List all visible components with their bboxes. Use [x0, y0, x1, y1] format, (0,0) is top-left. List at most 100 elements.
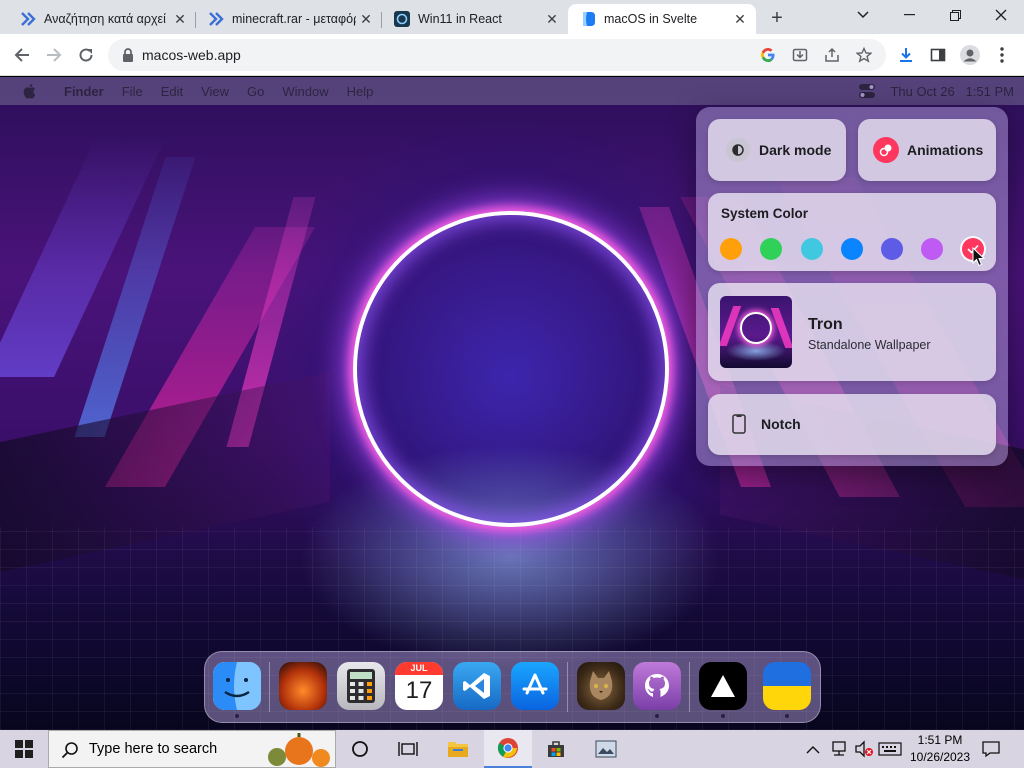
dock-appstore-icon[interactable] [511, 662, 559, 710]
dock-divider [689, 662, 690, 712]
close-window-button[interactable] [978, 0, 1024, 30]
keyboard-icon[interactable] [878, 742, 902, 761]
tab-search[interactable]: Αναζήτηση κατά αρχεί ✕ [0, 4, 196, 34]
menubar-clock[interactable]: Thu Oct 26 1:51 PM [890, 84, 1014, 99]
windows-start-icon[interactable] [0, 730, 48, 768]
taskbar-search-box[interactable]: Type here to search [48, 730, 336, 768]
tab-macos-svelte[interactable]: macOS in Svelte ✕ [568, 4, 756, 34]
control-center-panel: Dark mode Animations System Color Tron S… [696, 107, 1008, 466]
swatch-blue[interactable] [841, 238, 863, 260]
profile-avatar-icon[interactable] [956, 41, 984, 69]
menu-app-name[interactable]: Finder [64, 84, 104, 99]
tab-title: minecraft.rar - μεταφόρ [232, 12, 356, 26]
dock-wallpapers-icon[interactable] [279, 662, 327, 710]
google-icon[interactable] [760, 47, 776, 63]
chrome-taskbar-icon[interactable] [484, 730, 532, 768]
tab-title: Win11 in React [418, 12, 502, 26]
finder-favicon-icon [580, 11, 596, 27]
tab-minecraft[interactable]: minecraft.rar - μεταφόρ ✕ [196, 4, 382, 34]
address-bar[interactable]: macos-web.app [108, 39, 886, 71]
new-tab-button[interactable]: + [764, 6, 790, 30]
dark-mode-toggle[interactable]: Dark mode [708, 119, 846, 181]
wallpaper-name: Tron [808, 316, 843, 333]
tab-win11[interactable]: Win11 in React ✕ [382, 4, 568, 34]
close-icon[interactable]: ✕ [170, 9, 190, 29]
phone-icon [732, 414, 746, 439]
wallpaper-tile[interactable]: Tron Standalone Wallpaper [708, 283, 996, 381]
close-icon[interactable]: ✕ [730, 9, 750, 29]
microsoft-store-icon[interactable] [532, 730, 580, 768]
taskbar-date: 10/26/2023 [909, 750, 971, 764]
dock-calculator-icon[interactable] [337, 662, 385, 710]
taskbar-clock[interactable]: 1:51 PM 10/26/2023 [906, 732, 974, 766]
apple-logo-icon[interactable] [22, 83, 36, 99]
tab-title: macOS in Svelte [604, 12, 698, 26]
control-center-icon[interactable] [858, 83, 876, 99]
browser-toolbar: macos-web.app [0, 34, 1024, 76]
menu-go[interactable]: Go [247, 84, 264, 99]
moon-icon [726, 138, 750, 162]
dock-vercel-icon[interactable] [699, 662, 747, 710]
share-icon[interactable] [824, 47, 840, 63]
browser-tab-bar: Αναζήτηση κατά αρχεί ✕ minecraft.rar - μ… [0, 0, 1024, 34]
search-placeholder: Type here to search [89, 741, 218, 757]
menu-window[interactable]: Window [282, 84, 328, 99]
dock-running-indicator [235, 714, 239, 718]
close-icon[interactable]: ✕ [356, 9, 376, 29]
dock-calendar-icon[interactable]: JUL 17 [395, 662, 443, 710]
tab-search-dropdown-icon[interactable] [840, 0, 886, 30]
animations-toggle[interactable]: Animations [858, 119, 996, 181]
tab-title: Αναζήτηση κατά αρχεί [44, 12, 166, 26]
dock-ukraine-flag-icon[interactable] [763, 662, 811, 710]
dock-vscode-icon[interactable] [453, 662, 501, 710]
menu-help[interactable]: Help [347, 84, 374, 99]
menubar-status-area: Thu Oct 26 1:51 PM [858, 77, 1014, 105]
network-icon[interactable] [830, 740, 848, 763]
animations-icon [873, 137, 899, 163]
calendar-month: JUL [395, 662, 443, 675]
menu-edit[interactable]: Edit [161, 84, 183, 99]
swatch-indigo[interactable] [881, 238, 903, 260]
chevron-double-icon [208, 11, 224, 27]
dock-cat-photo-icon[interactable] [577, 662, 625, 710]
reload-button[interactable] [72, 41, 100, 69]
forward-button[interactable] [40, 41, 68, 69]
system-color-label: System Color [721, 206, 809, 221]
menu-view[interactable]: View [201, 84, 229, 99]
dock-github-icon[interactable] [633, 662, 681, 710]
menu-file[interactable]: File [122, 84, 143, 99]
bookmark-star-icon[interactable] [855, 46, 873, 63]
chevron-up-icon[interactable] [806, 742, 820, 760]
notch-toggle[interactable]: Notch [708, 394, 996, 455]
dock-finder-icon[interactable] [213, 662, 261, 710]
close-icon[interactable]: ✕ [542, 9, 562, 29]
task-view-icon[interactable] [384, 730, 432, 768]
dock-running-indicator [655, 714, 659, 718]
photos-app-icon[interactable] [582, 730, 630, 768]
macos-desktop: Finder File Edit View Go Window Help Thu… [0, 77, 1024, 730]
swatch-orange[interactable] [720, 238, 742, 260]
animations-label: Animations [907, 142, 984, 158]
volume-muted-icon[interactable] [854, 740, 874, 763]
downloads-icon[interactable] [892, 41, 920, 69]
side-panel-icon[interactable] [924, 41, 952, 69]
back-button[interactable] [8, 41, 36, 69]
dock-divider [269, 662, 270, 712]
mouse-cursor-icon [972, 246, 986, 272]
swatch-green[interactable] [760, 238, 782, 260]
restore-button[interactable] [932, 0, 978, 30]
file-explorer-icon[interactable] [434, 730, 482, 768]
search-highlight-pumpkins-icon [257, 733, 335, 767]
swatch-cyan[interactable] [801, 238, 823, 260]
notch-label: Notch [761, 416, 801, 432]
minimize-button[interactable] [886, 0, 932, 30]
notifications-icon[interactable] [982, 740, 1000, 763]
swatch-purple[interactable] [921, 238, 943, 260]
chevron-double-icon [20, 11, 36, 27]
kebab-menu-icon[interactable] [988, 41, 1016, 69]
macos-menubar: Finder File Edit View Go Window Help Thu… [0, 77, 1024, 105]
install-app-icon[interactable] [792, 47, 808, 63]
cortana-icon[interactable] [336, 730, 384, 768]
windows-taskbar: Type here to search 1:51 PM 10/26/2023 [0, 730, 1024, 768]
wallpaper-subtitle: Standalone Wallpaper [808, 338, 931, 352]
